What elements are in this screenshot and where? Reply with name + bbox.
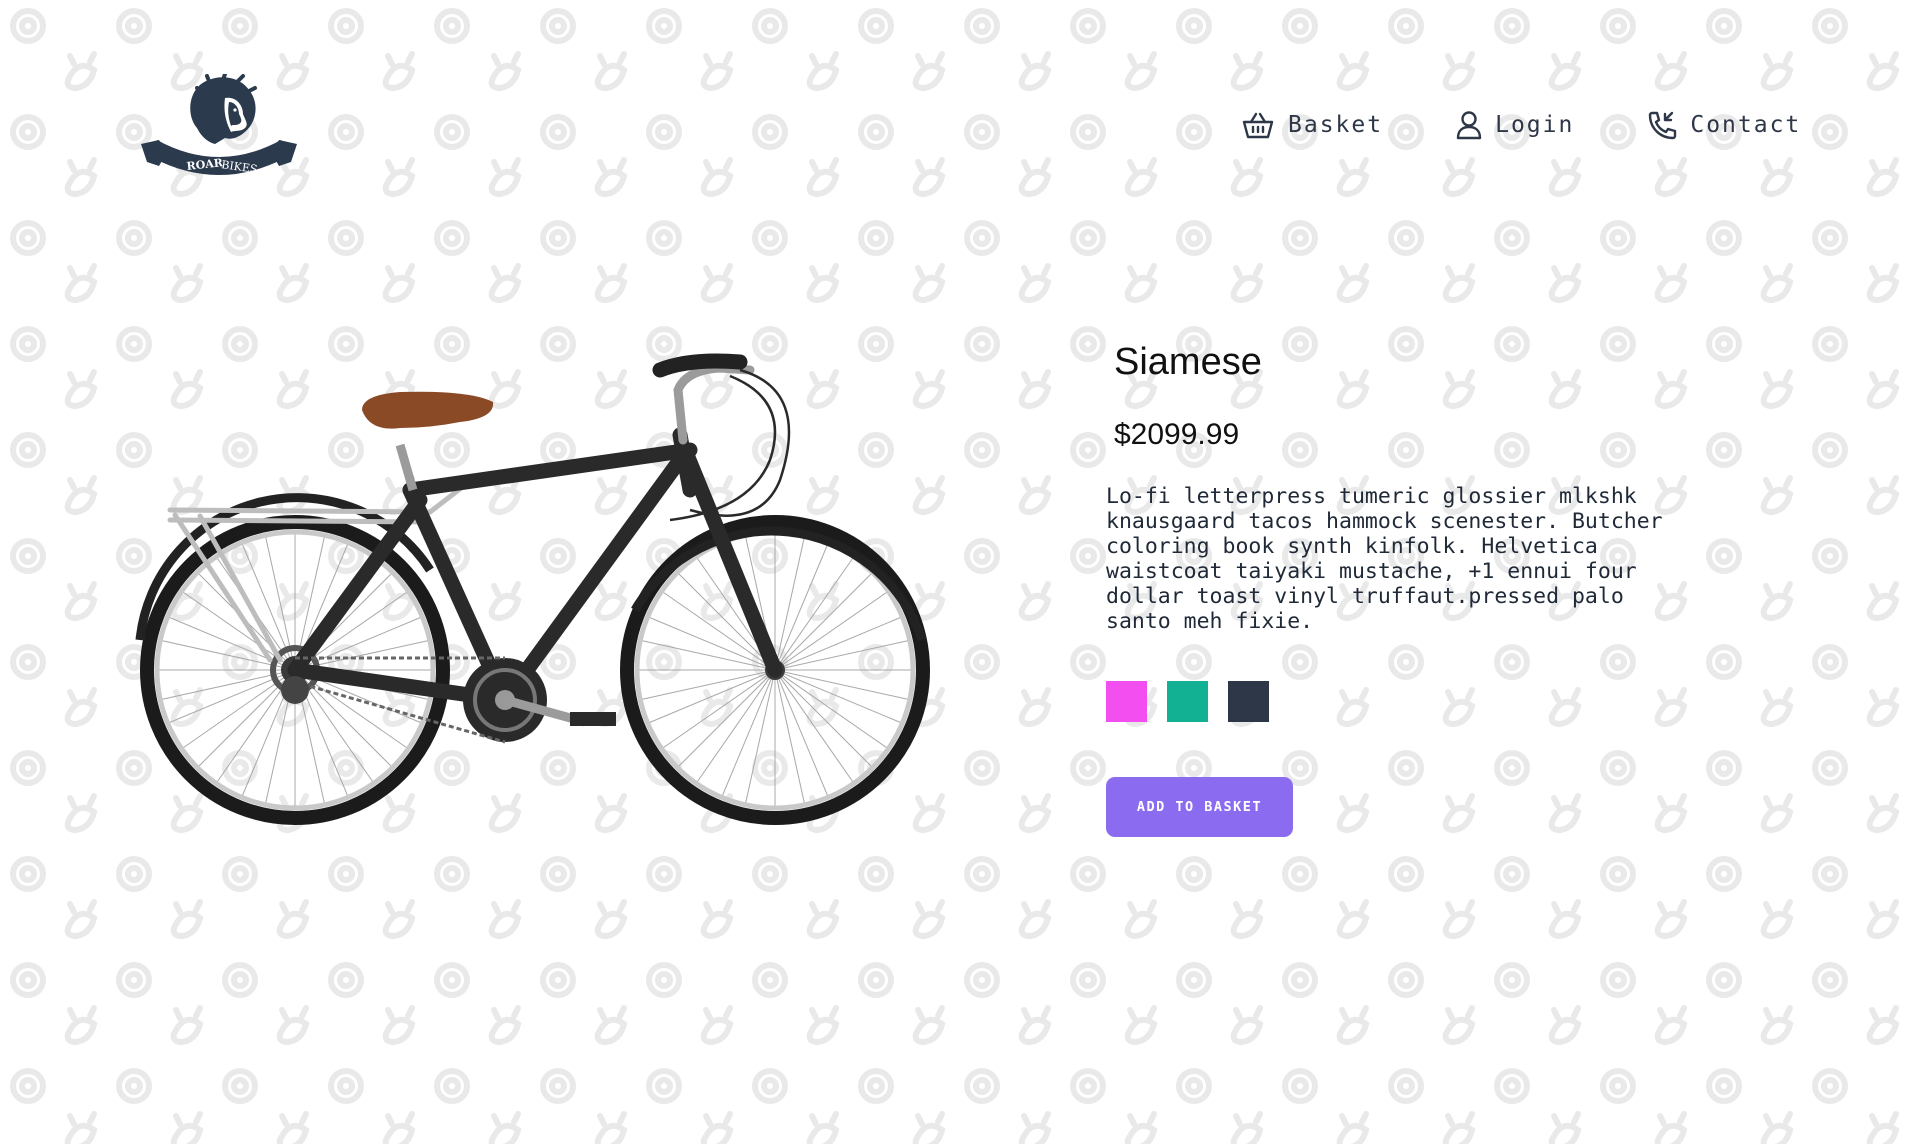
- color-swatch-pink[interactable]: [1106, 681, 1147, 722]
- lion-logo[interactable]: ROAR BIKES: [139, 74, 299, 184]
- nav-contact[interactable]: Contact: [1646, 110, 1801, 140]
- product-title: Siamese: [1114, 341, 1262, 383]
- basket-icon: [1242, 112, 1274, 139]
- product-image-bicycle: [135, 353, 930, 825]
- product-price: $2099.99: [1114, 418, 1240, 451]
- color-swatches: [1106, 681, 1666, 722]
- nav-login[interactable]: Login: [1455, 110, 1574, 140]
- add-to-basket-button[interactable]: ADD TO BASKET: [1106, 777, 1293, 837]
- nav-login-label: Login: [1495, 112, 1575, 138]
- user-icon: [1456, 111, 1482, 140]
- color-swatch-teal[interactable]: [1167, 681, 1208, 722]
- main-nav: Basket Login Contact: [1240, 110, 1801, 140]
- phone-incoming-icon: [1649, 111, 1677, 140]
- product-description: Lo-fi letterpress tumeric glossier mlksh…: [1106, 484, 1663, 634]
- color-swatch-dark[interactable]: [1228, 681, 1269, 722]
- nav-contact-label: Contact: [1690, 112, 1802, 138]
- nav-basket-label: Basket: [1288, 112, 1384, 138]
- product-details: Siamese $2099.99 Lo-fi letterpress tumer…: [1106, 332, 1666, 837]
- nav-basket[interactable]: Basket: [1240, 110, 1383, 140]
